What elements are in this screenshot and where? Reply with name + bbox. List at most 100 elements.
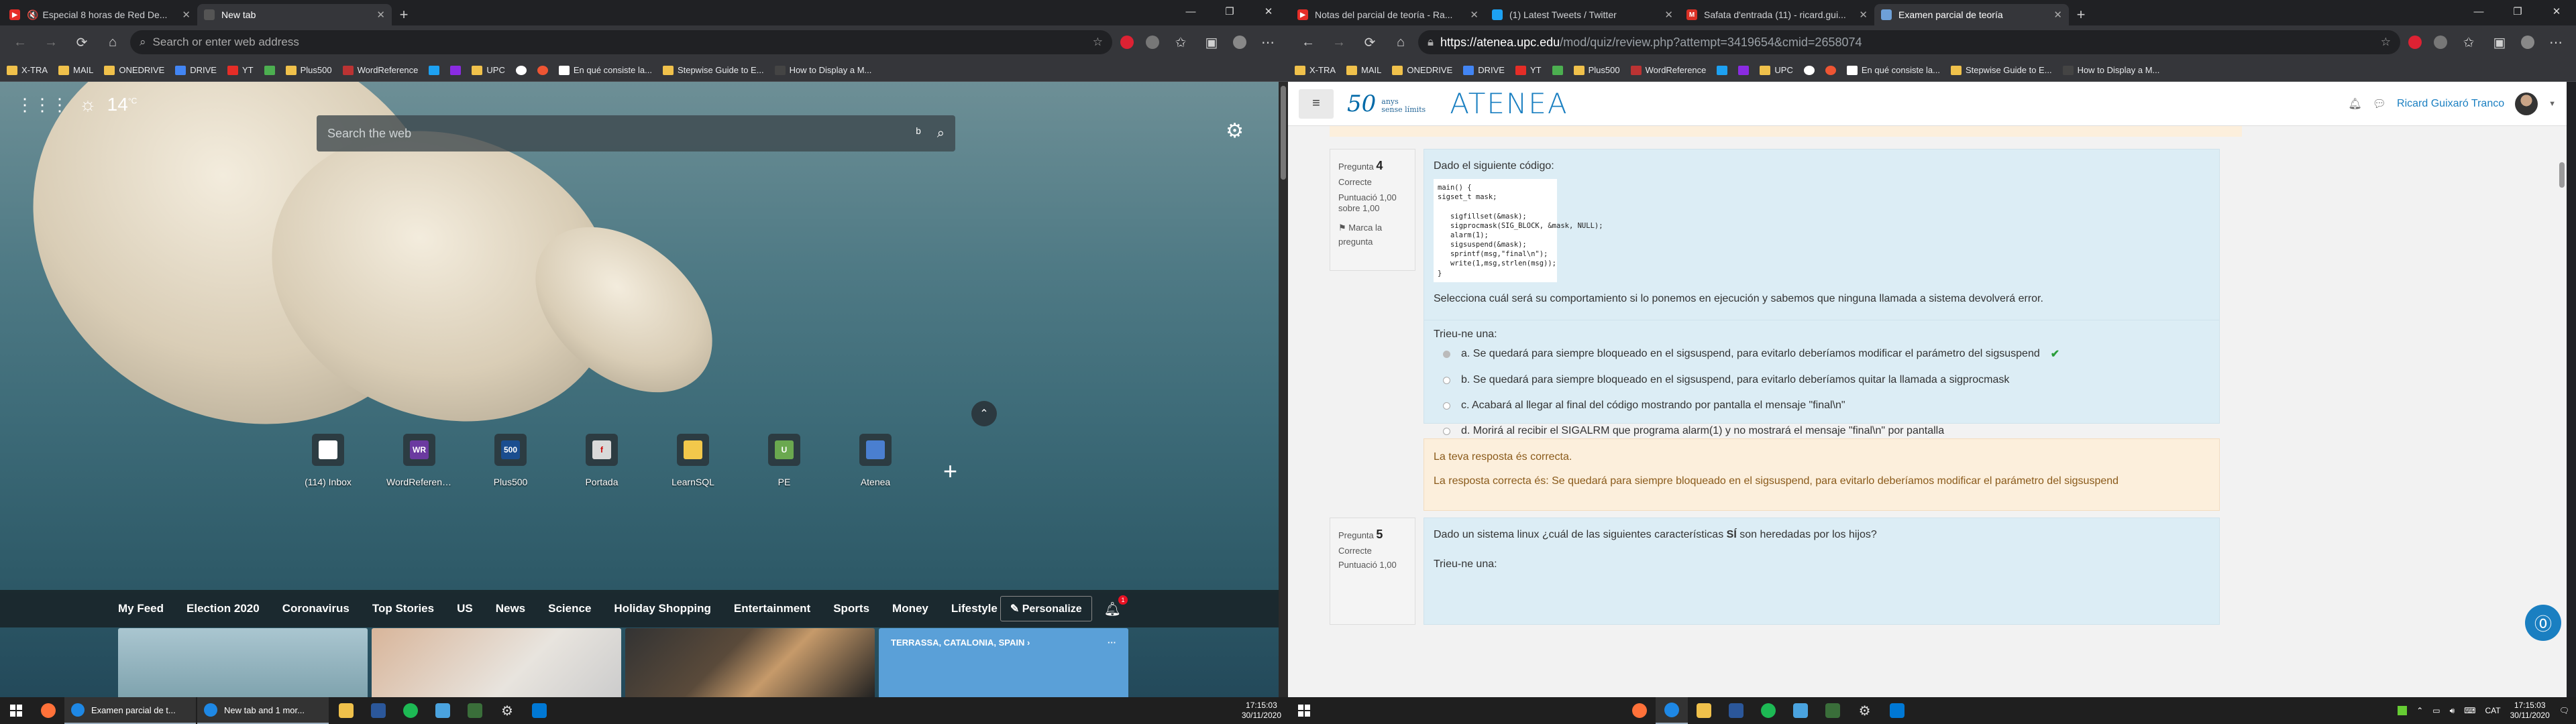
feed-tab[interactable]: US [457,602,473,615]
more-menu-icon[interactable]: ⋯ [2542,30,2569,54]
weather-widget[interactable]: ⋮⋮⋮ ☼ 14°C [16,94,137,115]
radio[interactable] [1443,376,1450,384]
muted-speaker-icon[interactable]: 🔇 [27,9,38,21]
quick-link[interactable]: Atenea [843,434,908,487]
edge-icon[interactable] [1655,697,1688,724]
radio[interactable] [1443,402,1450,410]
file-explorer-icon[interactable] [1688,697,1720,724]
feed-tab[interactable]: Top Stories [372,602,434,615]
page-scrollbar[interactable] [2557,126,2567,697]
radio[interactable] [1443,427,1450,435]
vscode-icon[interactable] [523,697,555,724]
app-icon[interactable] [1817,697,1849,724]
more-menu-icon[interactable]: ⋯ [1254,30,1281,54]
bookmark-item[interactable]: ONEDRIVE [1392,65,1452,75]
bookmark-item[interactable]: En qué consiste la... [558,65,652,75]
close-window-icon[interactable]: ✕ [1249,0,1288,23]
bookmark-item[interactable]: MAIL [58,65,93,75]
gear-icon[interactable]: ⚙ [1226,119,1244,143]
bookmark-item[interactable]: ONEDRIVE [104,65,164,75]
notifications-icon[interactable]: 🗨︎ [2559,706,2569,715]
firefox-icon[interactable] [1623,697,1656,724]
weather-card[interactable]: TERRASSA, CATALONIA, SPAIN › ··· [879,628,1128,697]
user-menu[interactable]: 🔔︎ 💬︎ Ricard Guixaró Tranco ▼ [2348,92,2556,115]
feed-tab[interactable]: Coronavirus [282,602,350,615]
address-bar[interactable]: ⌕ Search or enter web address ☆ [130,30,1112,54]
home-icon[interactable]: ⌂ [1387,30,1414,54]
collections-icon[interactable]: ▣ [1198,30,1225,54]
language-indicator[interactable]: CAT [2485,706,2500,715]
favorite-star-icon[interactable]: ☆ [1093,36,1103,49]
close-tab-icon[interactable]: ✕ [376,9,385,21]
news-card[interactable] [625,628,875,697]
chevron-down-icon[interactable]: ▼ [2548,100,2556,108]
taskbar-task[interactable]: New tab and 1 mor... [197,697,329,724]
bookmark-item[interactable]: WordReference [342,65,418,75]
extension-icon[interactable] [2430,32,2451,53]
bookmark-item[interactable] [429,65,440,75]
extension-red-icon[interactable] [2404,32,2426,53]
bell-icon[interactable]: 🔔︎ [2348,97,2361,111]
back-icon[interactable]: ← [1295,30,1322,54]
web-search-box[interactable]: Search the web ᵇ ⌕ [317,115,955,152]
option-c[interactable]: c. Acabará al llegar al final del código… [1443,400,2210,412]
bookmark-item[interactable]: MAIL [1346,65,1381,75]
news-card[interactable] [372,628,621,697]
word-icon[interactable] [362,697,394,724]
tab-gmail[interactable]: M Safata d'entrada (11) - ricard.gui... … [1680,4,1874,25]
upc-50-logo[interactable]: 50 anys sense límits [1347,90,1426,117]
close-tab-icon[interactable]: ✕ [2053,9,2062,21]
hamburger-menu-icon[interactable]: ≡ [1299,88,1334,119]
tray-app-icon[interactable] [2398,706,2408,715]
address-bar[interactable]: 🔒︎ https://atenea.upc.edu/mod/quiz/revie… [1418,30,2400,54]
windows-start-icon[interactable] [0,697,32,724]
feed-tab[interactable]: My Feed [118,602,164,615]
bookmark-item[interactable] [1803,65,1815,75]
bookmark-item[interactable]: YT [227,65,254,75]
bookmark-item[interactable]: Stepwise Guide to E... [1950,65,2052,75]
volume-icon[interactable]: 🔊︎ [2450,706,2455,716]
bookmark-item[interactable]: Plus500 [1573,65,1620,75]
back-icon[interactable]: ← [7,30,34,54]
word-icon[interactable] [1720,697,1752,724]
gear-icon[interactable]: ⚙ [491,697,523,724]
avatar[interactable] [1229,32,1250,53]
network-icon[interactable]: ▭ [2432,706,2440,715]
clock[interactable]: 17:15:03 30/11/2020 [2510,701,2550,721]
bookmark-item[interactable] [1552,65,1563,75]
app-icon[interactable] [427,697,459,724]
feed-tab[interactable]: Science [548,602,591,615]
bookmark-item[interactable]: DRIVE [175,65,217,75]
tab-new-tab[interactable]: New tab ✕ [197,4,392,25]
personalize-button[interactable]: ✎ Personalize [1000,596,1092,621]
quick-link[interactable]: f Portada [569,434,635,487]
app-icon[interactable] [1784,697,1817,724]
windows-start-icon[interactable] [1288,697,1320,724]
option-a[interactable]: a. Se quedará para siempre bloqueado en … [1443,347,2210,361]
tab-notas[interactable]: ▶ Notas del parcial de teoría - Ra... ✕ [1291,4,1485,25]
minimize-icon[interactable]: — [2459,0,2498,23]
bookmark-item[interactable]: How to Display a M... [774,65,871,75]
maximize-icon[interactable]: ❐ [2498,0,2537,23]
app-icon[interactable] [459,697,491,724]
extension-red-icon[interactable] [1116,32,1138,53]
feed-tab[interactable]: Holiday Shopping [614,602,711,615]
maximize-icon[interactable]: ❐ [1210,0,1249,23]
bookmark-item[interactable]: UPC [472,65,505,75]
bookmark-item[interactable]: YT [1515,65,1542,75]
feed-tab[interactable]: Sports [833,602,869,615]
flag-question[interactable]: ⚑ Marca la pregunta [1338,221,1407,249]
bookmark-item[interactable]: En qué consiste la... [1846,65,1940,75]
bookmark-item[interactable]: X-TRA [7,65,48,75]
vscode-icon[interactable] [1881,697,1913,724]
quick-link[interactable]: 500 Plus500 [478,434,543,487]
favorites-icon[interactable]: ✩ [1167,30,1194,54]
news-card[interactable] [118,628,368,697]
new-tab-button[interactable]: + [392,4,416,25]
feed-tab[interactable]: Money [892,602,928,615]
avatar[interactable] [2517,32,2538,53]
tab-examen[interactable]: Examen parcial de teoría ✕ [1874,4,2069,25]
minimize-icon[interactable]: — [1171,0,1210,23]
quick-link[interactable]: LearnSQL [660,434,726,487]
chat-icon[interactable]: 💬︎ [2373,97,2386,111]
